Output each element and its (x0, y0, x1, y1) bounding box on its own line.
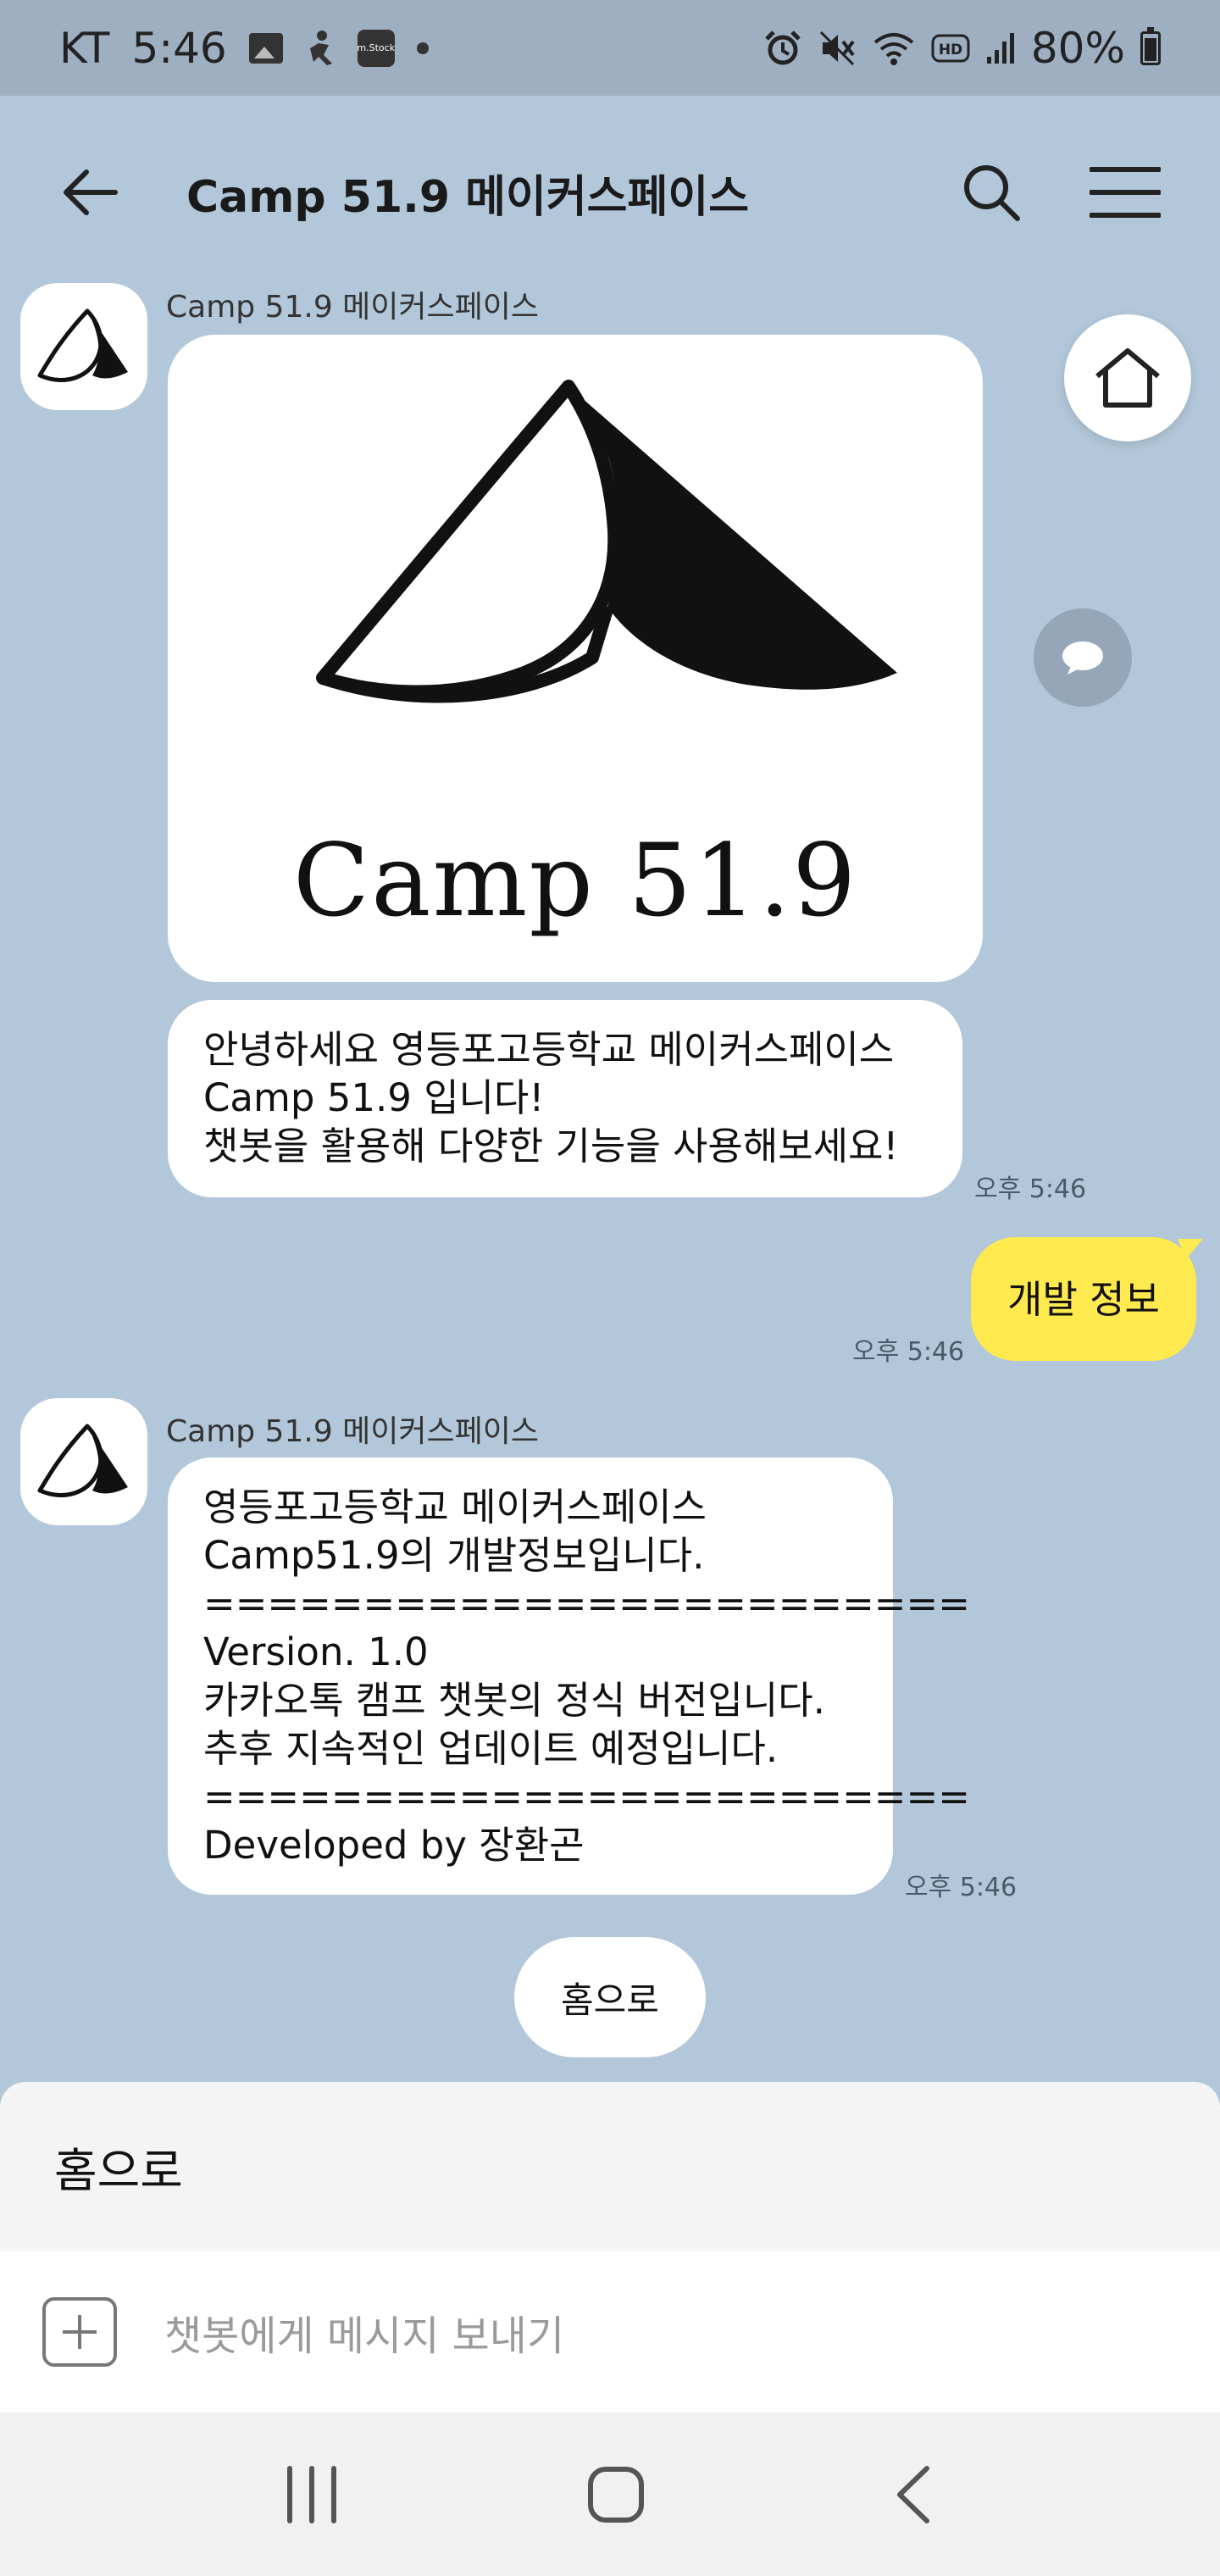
wifi-icon (872, 31, 916, 66)
hamburger-menu-icon (1090, 167, 1161, 218)
system-nav-bar (0, 2412, 1220, 2576)
bot-menu-sheet[interactable]: 홈으로 (0, 2082, 1220, 2251)
message-time: 오후 5:46 (852, 1337, 965, 1367)
chat-title: Camp 51.9 메이커스페이스 (186, 171, 750, 223)
stock-app-icon: m.Stock (357, 29, 395, 67)
bot-avatar[interactable] (20, 1398, 147, 1525)
home-nav-button[interactable] (586, 2465, 646, 2524)
logo-text: Camp 51.9 (292, 822, 858, 939)
arrow-left-icon (64, 169, 118, 215)
svg-text:HD: HD (939, 42, 962, 58)
home-icon (1095, 348, 1160, 408)
message-time: 오후 5:46 (974, 1174, 1087, 1204)
hd-voice-icon: HD (931, 34, 970, 63)
accessibility-notification-icon (305, 30, 336, 67)
camp-logo-image (316, 380, 897, 703)
alarm-icon (763, 29, 802, 68)
home-floating-button[interactable] (1064, 314, 1191, 441)
quick-reply-home-button[interactable]: 홈으로 (514, 1937, 706, 2057)
message-time: 오후 5:46 (905, 1873, 1018, 1902)
image-message[interactable]: Camp 51.9 (168, 335, 983, 982)
carrier-label: KT (59, 23, 110, 73)
message-input-bar: 챗봇에게 메시지 보내기 (0, 2251, 1220, 2412)
message-bubble[interactable]: 안녕하세요 영등포고등학교 메이커스페이스 Camp 51.9 입니다! 챗봇을… (168, 1000, 962, 1197)
sender-name: Camp 51.9 메이커스페이스 (166, 290, 540, 325)
chat-bubble-icon (1062, 641, 1103, 675)
chat-header: Camp 51.9 메이커스페이스 (0, 96, 1220, 289)
recent-apps-button[interactable] (285, 2465, 339, 2524)
battery-icon (1140, 26, 1161, 65)
gallery-notification-icon (248, 32, 283, 64)
plus-icon (63, 2315, 97, 2349)
recent-apps-icon (287, 2465, 336, 2523)
bot-avatar[interactable] (20, 283, 147, 410)
status-bar: KT 5:46 m.Stock HD 80% (0, 0, 1220, 96)
message-bubble[interactable]: 영등포고등학교 메이커스페이스 Camp51.9의 개발정보입니다. =====… (168, 1457, 970, 1895)
menu-button[interactable] (1090, 166, 1161, 219)
sender-name: Camp 51.9 메이커스페이스 (166, 1414, 540, 1449)
back-nav-button[interactable] (893, 2465, 935, 2524)
signal-icon (985, 31, 1016, 65)
more-notifications-dot (416, 42, 429, 54)
bubble-tail (1178, 1239, 1203, 1259)
back-button[interactable] (59, 167, 119, 218)
search-icon (964, 165, 1020, 221)
bot-menu-label[interactable]: 홈으로 (54, 2133, 183, 2201)
my-message-bubble[interactable]: 개발 정보 (971, 1237, 1196, 1361)
battery-percent: 80% (1030, 23, 1125, 73)
clock: 5:46 (131, 23, 227, 73)
message-input[interactable]: 챗봇에게 메시지 보내기 (164, 2302, 564, 2362)
attach-button[interactable] (42, 2297, 117, 2367)
home-nav-icon (588, 2466, 644, 2523)
camp-logo-icon (37, 1424, 128, 1497)
chat-floating-button[interactable] (1034, 608, 1132, 707)
search-button[interactable] (961, 162, 1022, 223)
mute-icon (818, 29, 857, 68)
chevron-left-icon (897, 2465, 929, 2523)
camp-logo-icon (37, 308, 128, 382)
